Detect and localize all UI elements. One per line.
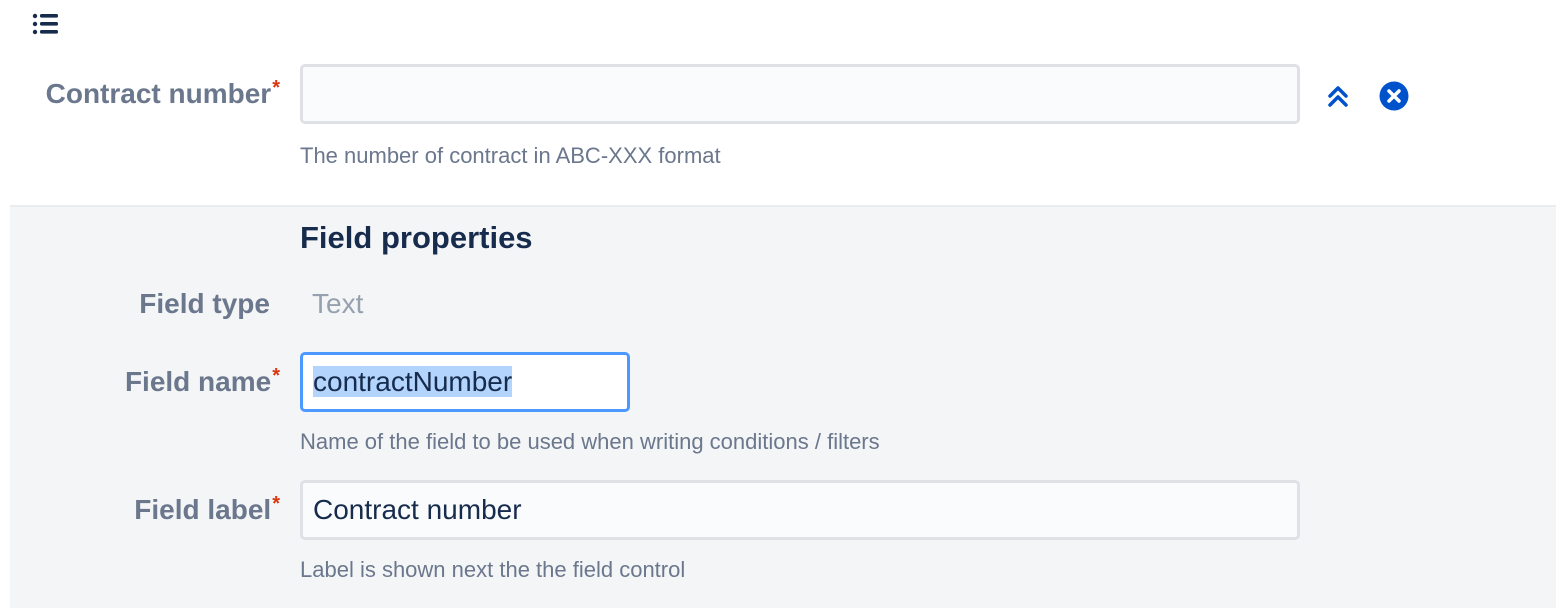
field-properties-title: Field properties (300, 220, 533, 255)
contract-number-input[interactable] (300, 64, 1300, 124)
field-name-input[interactable]: contractNumber (300, 352, 630, 412)
list-icon[interactable] (32, 12, 60, 36)
required-asterisk: * (272, 365, 280, 387)
close-circle-icon[interactable] (1378, 80, 1410, 112)
field-label-helper: Label is shown next the the field contro… (300, 557, 686, 582)
field-label-input[interactable] (300, 480, 1300, 540)
double-chevron-up-icon[interactable] (1322, 80, 1354, 112)
field-name-input-value: contractNumber (313, 366, 513, 397)
form-builder-page: Contract number* The number of contract … (0, 0, 1556, 608)
field-label-label: Field label* (134, 493, 280, 527)
required-asterisk: * (272, 493, 280, 515)
contract-number-label-text: Contract number (45, 78, 272, 109)
field-type-value: Text (312, 288, 364, 319)
field-name-label: Field name* (125, 365, 280, 399)
field-name-helper: Name of the field to be used when writin… (300, 429, 880, 454)
required-asterisk: * (272, 77, 280, 99)
field-type-label: Field type (139, 288, 270, 319)
contract-number-label: Contract number* (46, 77, 280, 111)
field-label-label-text: Field label (134, 494, 272, 525)
field-name-label-text: Field name (124, 366, 272, 397)
field-properties-panel (10, 205, 1556, 608)
contract-number-helper: The number of contract in ABC-XXX format (300, 143, 721, 168)
